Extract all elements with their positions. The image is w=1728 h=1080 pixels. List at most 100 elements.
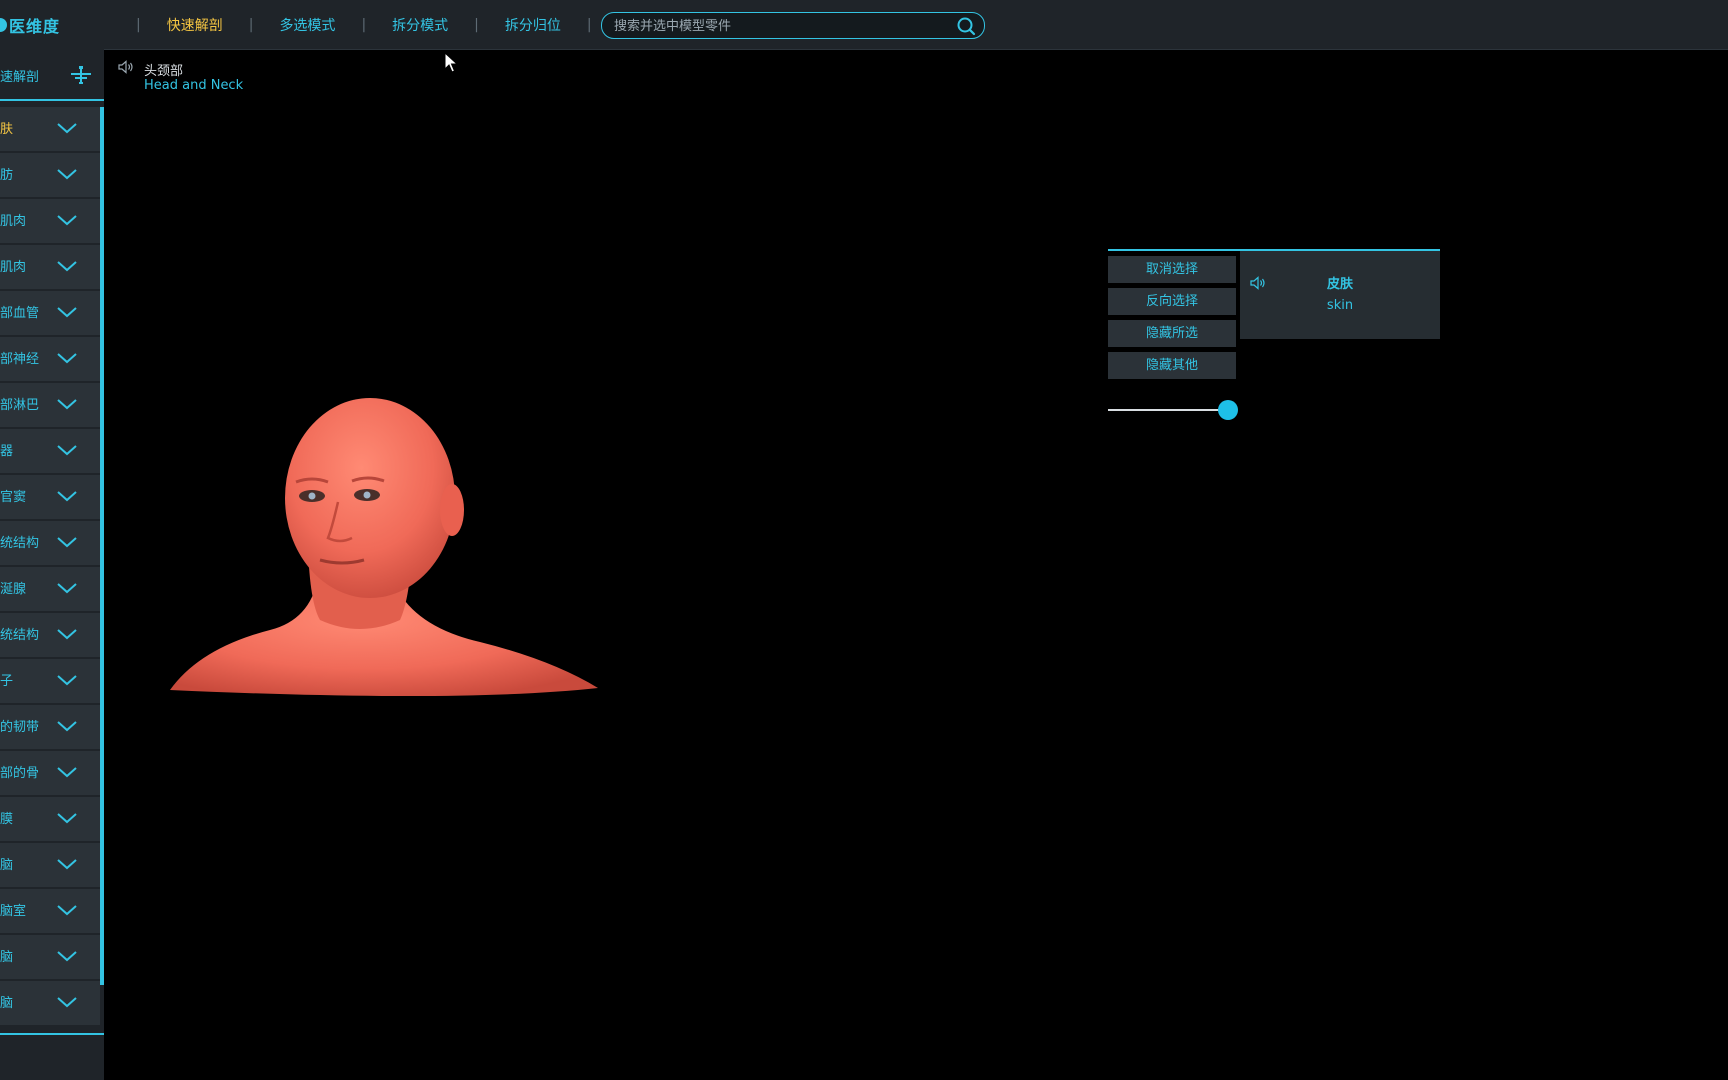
chevron-down-icon[interactable]	[56, 673, 78, 687]
search-box	[601, 12, 985, 39]
opacity-slider[interactable]	[1108, 400, 1238, 420]
sidebar-item[interactable]: 脑	[0, 981, 100, 1025]
region-name-en: Head and Neck	[144, 78, 244, 93]
sidebar-item[interactable]: 子	[0, 659, 100, 703]
sidebar-item-label: 统结构	[0, 628, 40, 643]
sidebar-item[interactable]: 部神经	[0, 337, 100, 381]
sidebar-item-label: 肌肉	[0, 214, 27, 229]
part-name-zh: 皮肤	[1326, 277, 1353, 292]
speaker-icon[interactable]	[118, 60, 134, 74]
mouse-cursor-icon	[444, 52, 458, 73]
sidebar-item-label: 肤	[0, 122, 14, 137]
sidebar-divider	[0, 1033, 104, 1035]
tree-icon[interactable]	[71, 65, 91, 85]
nav-multi-select[interactable]: 多选模式	[279, 15, 335, 35]
sidebar-item[interactable]: 脑	[0, 843, 100, 887]
chevron-down-icon[interactable]	[56, 167, 78, 181]
chevron-down-icon[interactable]	[56, 213, 78, 227]
search-input[interactable]	[612, 15, 946, 37]
sidebar-item[interactable]: 膜	[0, 797, 100, 841]
sidebar-item[interactable]: 统结构	[0, 521, 100, 565]
logo-mark-icon	[0, 18, 7, 32]
sidebar-item-label: 官窦	[0, 490, 27, 505]
structure-sidebar: 速解剖 肤肪肌肉 肌肉 部血管 部神经 部淋巴器官窦 统结构 涎腺 统结构子的韧带 部的骨膜脑脑…	[0, 49, 104, 1080]
hide-others-button[interactable]: 隐藏其他	[1108, 352, 1236, 379]
app-logo[interactable]: 医维度	[0, 14, 60, 36]
sidebar-item-label: 脑	[0, 950, 14, 965]
sidebar-item[interactable]: 部血管	[0, 291, 100, 335]
nav-separator: |	[248, 17, 254, 33]
sidebar-item-label: 器	[0, 444, 14, 459]
sidebar-item-label: 统结构	[0, 536, 40, 551]
sidebar-item-label: 脑	[0, 996, 14, 1011]
sidebar-item[interactable]: 官窦	[0, 475, 100, 519]
slider-track	[1108, 409, 1228, 411]
sidebar-item-label: 部淋巴	[0, 398, 40, 413]
structure-list: 肤肪肌肉 肌肉 部血管 部神经 部淋巴器官窦 统结构 涎腺 统结构子的韧带 部的骨膜脑脑室脑脑	[0, 107, 100, 1027]
chevron-down-icon[interactable]	[56, 811, 78, 825]
sidebar-item-label: 部的骨	[0, 766, 40, 781]
nav-separator: |	[361, 17, 367, 33]
chevron-down-icon[interactable]	[56, 121, 78, 135]
sidebar-item-label: 子	[0, 674, 14, 689]
sidebar-item[interactable]: 的韧带	[0, 705, 100, 749]
search-icon[interactable]	[956, 16, 976, 36]
top-bar: 医维度 | 快速解剖 | 多选模式 | 拆分模式 | 拆分归位 |	[0, 0, 1728, 50]
chevron-down-icon[interactable]	[56, 765, 78, 779]
hide-selected-button[interactable]: 隐藏所选	[1108, 320, 1236, 347]
sidebar-item[interactable]: 统结构	[0, 613, 100, 657]
chevron-down-icon[interactable]	[56, 949, 78, 963]
sidebar-item-label: 部血管	[0, 306, 40, 321]
sidebar-item[interactable]: 部淋巴	[0, 383, 100, 427]
sidebar-item[interactable]: 肤	[0, 107, 100, 151]
chevron-down-icon[interactable]	[56, 443, 78, 457]
sidebar-item-label: 涎腺	[0, 582, 27, 597]
invert-selection-button[interactable]: 反向选择	[1108, 288, 1236, 315]
sidebar-item[interactable]: 肪	[0, 153, 100, 197]
part-name-en: skin	[1326, 298, 1354, 313]
sidebar-item-label: 脑	[0, 858, 14, 873]
sidebar-item[interactable]: 部的骨	[0, 751, 100, 795]
nav-separator: |	[586, 17, 592, 33]
sidebar-item-label: 的韧带	[0, 720, 40, 735]
chevron-down-icon[interactable]	[56, 581, 78, 595]
sidebar-item-label: 肌肉	[0, 260, 27, 275]
selection-actions: 取消选择 反向选择 隐藏所选 隐藏其他	[1108, 256, 1236, 384]
sidebar-item[interactable]: 肌肉	[0, 245, 100, 289]
sidebar-item-label: 脑室	[0, 904, 27, 919]
region-name-zh: 头颈部	[144, 64, 184, 79]
head-neck-skin-model[interactable]	[160, 398, 610, 708]
sidebar-item[interactable]: 器	[0, 429, 100, 473]
sidebar-scrollbar[interactable]	[100, 107, 104, 985]
sidebar-title: 速解剖	[0, 70, 40, 85]
chevron-down-icon[interactable]	[56, 903, 78, 917]
selected-part-info: 皮肤 skin	[1240, 251, 1440, 339]
sidebar-header: 速解剖	[0, 49, 104, 101]
chevron-down-icon[interactable]	[56, 627, 78, 641]
nav-split-reset[interactable]: 拆分归位	[505, 15, 561, 35]
sidebar-item-label: 膜	[0, 812, 14, 827]
chevron-down-icon[interactable]	[56, 305, 78, 319]
mode-nav: | 快速解剖 | 多选模式 | 拆分模式 | 拆分归位 |	[110, 14, 618, 36]
nav-separator: |	[136, 17, 141, 33]
nav-quick-anatomy[interactable]: 快速解剖	[167, 15, 223, 35]
chevron-down-icon[interactable]	[56, 535, 78, 549]
chevron-down-icon[interactable]	[56, 351, 78, 365]
sidebar-item[interactable]: 脑	[0, 935, 100, 979]
sidebar-item-label: 肪	[0, 168, 14, 183]
chevron-down-icon[interactable]	[56, 259, 78, 273]
sidebar-item-label: 部神经	[0, 352, 40, 367]
logo-text: 医维度	[9, 17, 61, 36]
nav-split-mode[interactable]: 拆分模式	[392, 15, 448, 35]
deselect-button[interactable]: 取消选择	[1108, 256, 1236, 283]
sidebar-item[interactable]: 脑室	[0, 889, 100, 933]
chevron-down-icon[interactable]	[56, 397, 78, 411]
chevron-down-icon[interactable]	[56, 857, 78, 871]
sidebar-item[interactable]: 肌肉	[0, 199, 100, 243]
sidebar-item[interactable]: 涎腺	[0, 567, 100, 611]
chevron-down-icon[interactable]	[56, 719, 78, 733]
chevron-down-icon[interactable]	[56, 489, 78, 503]
slider-thumb[interactable]	[1218, 400, 1238, 420]
chevron-down-icon[interactable]	[56, 995, 78, 1009]
nav-separator: |	[474, 17, 479, 33]
